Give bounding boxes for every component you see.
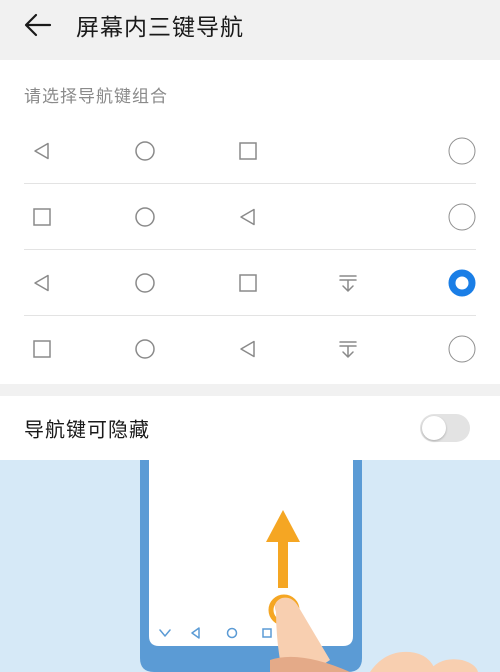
- hide-nav-setting: 导航键可隐藏: [0, 396, 500, 460]
- recent-square-icon: [33, 340, 51, 358]
- home-circle-icon: [135, 207, 155, 227]
- back-triangle-icon: [240, 208, 255, 226]
- hide-nav-label: 导航键可隐藏: [24, 417, 150, 442]
- back-triangle-icon: [34, 274, 49, 292]
- option-radio[interactable]: [448, 335, 476, 363]
- notification-pulldown-icon: [339, 341, 357, 358]
- recent-square-icon: [239, 274, 257, 292]
- option-radio[interactable]: [448, 203, 476, 231]
- section-label: 请选择导航键组合: [24, 87, 168, 107]
- notification-pulldown-icon: [339, 275, 357, 292]
- page-title: 屏幕内三键导航: [76, 15, 244, 41]
- home-circle-icon: [135, 141, 155, 161]
- back-button[interactable]: [18, 5, 58, 45]
- nav-option-2[interactable]: [0, 184, 500, 250]
- home-circle-icon: [135, 273, 155, 293]
- phone-swipe-illustration: [140, 460, 478, 672]
- recent-square-icon: [239, 142, 257, 160]
- nav-option-1[interactable]: [0, 118, 500, 184]
- arrow-left-icon: [24, 13, 52, 37]
- nav-option-3[interactable]: [0, 250, 500, 316]
- switch-knob: [422, 416, 446, 440]
- hide-nav-switch[interactable]: [420, 414, 470, 442]
- home-circle-icon: [135, 339, 155, 359]
- option-radio-selected[interactable]: [448, 269, 476, 297]
- option-radio[interactable]: [448, 137, 476, 165]
- nav-combination-card: 请选择导航键组合: [0, 60, 500, 384]
- back-triangle-icon: [34, 142, 49, 160]
- gesture-illustration: [0, 460, 500, 672]
- recent-square-icon: [33, 208, 51, 226]
- app-bar: 屏幕内三键导航: [0, 0, 500, 50]
- back-triangle-icon: [240, 340, 255, 358]
- nav-option-4[interactable]: [0, 316, 500, 382]
